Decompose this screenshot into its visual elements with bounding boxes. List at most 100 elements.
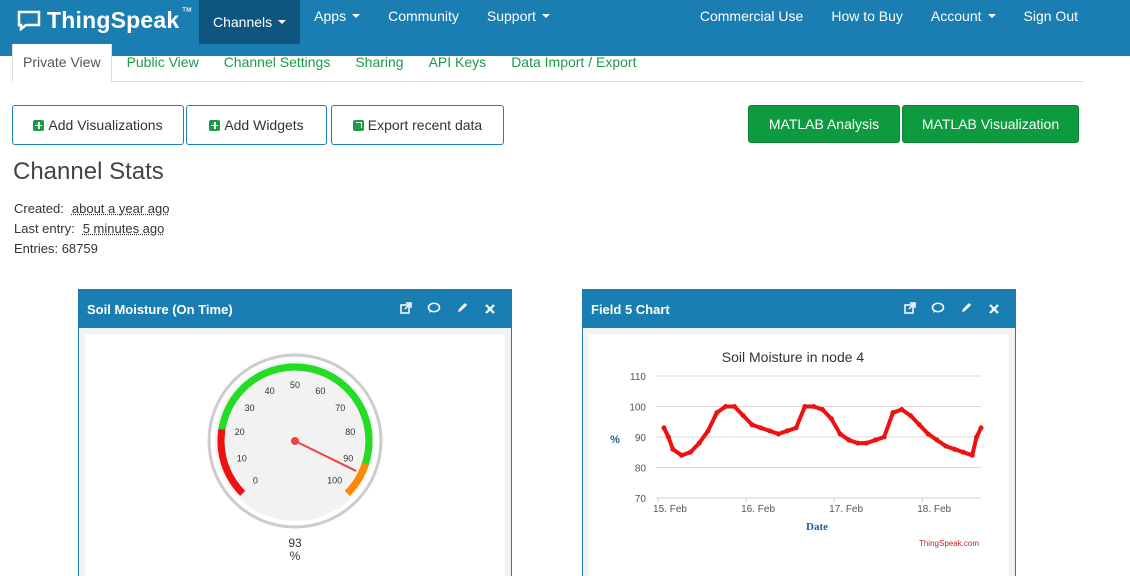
channel-tabs: Private View Public View Channel Setting… [12, 44, 1084, 82]
add-visualizations-button[interactable]: Add Visualizations [12, 105, 184, 145]
data-point [899, 407, 904, 412]
data-point [846, 438, 851, 443]
gauge-tick-label: 30 [245, 403, 255, 413]
entries-row: Entries: 68759 [14, 239, 169, 259]
tab-data-import-export[interactable]: Data Import / Export [501, 44, 646, 82]
nav-account[interactable]: Account [917, 0, 1010, 44]
chat-bubble-icon [17, 10, 41, 31]
chevron-down-icon [352, 14, 360, 18]
data-point [697, 441, 702, 446]
created-value: about a year ago [72, 201, 170, 216]
comment-icon[interactable] [427, 302, 441, 317]
gauge-tick-label: 10 [237, 453, 247, 463]
data-point [802, 404, 807, 409]
data-point [670, 447, 675, 452]
close-icon[interactable] [987, 302, 1001, 317]
gauge-tick-label: 80 [345, 427, 355, 437]
chart-ylabel: % [610, 434, 620, 446]
gauge-tick-label: 70 [335, 403, 345, 413]
gauge-tick-label: 40 [265, 386, 275, 396]
nav-how-to-buy[interactable]: How to Buy [817, 0, 917, 44]
nav-apps[interactable]: Apps [300, 0, 374, 44]
add-widgets-button[interactable]: Add Widgets [186, 105, 327, 145]
export-recent-data-button[interactable]: Export recent data [331, 105, 504, 145]
tab-channel-settings[interactable]: Channel Settings [214, 44, 341, 82]
chevron-down-icon [278, 20, 286, 24]
tab-public-view[interactable]: Public View [117, 44, 209, 82]
soil-moisture-chart: Soil Moisture in node 4 70 80 90 100 110 15. … [589, 334, 1009, 576]
data-point [974, 435, 979, 440]
gauge-tick-label: 60 [315, 386, 325, 396]
nav-sign-out[interactable]: Sign Out [1010, 0, 1092, 44]
created-row: Created: about a year ago [14, 199, 169, 219]
data-point [873, 438, 878, 443]
data-point [979, 425, 984, 430]
chart-widget-title: Field 5 Chart [591, 302, 670, 317]
data-point [864, 441, 869, 446]
plus-icon [33, 120, 44, 131]
tab-private-view[interactable]: Private View [12, 44, 112, 83]
external-link-icon[interactable] [903, 302, 917, 317]
add-widgets-label: Add Widgets [224, 117, 303, 133]
channel-stats-title: Channel Stats [13, 158, 164, 186]
data-point [882, 435, 887, 440]
y-tick-label: 100 [629, 403, 646, 414]
chart-credit[interactable]: ThingSpeak.com [919, 539, 979, 548]
nav-channels[interactable]: Channels [199, 0, 300, 44]
gauge-tick-label: 90 [343, 453, 353, 463]
data-point [706, 428, 711, 433]
nav-community-label: Community [388, 8, 459, 24]
data-point [758, 425, 763, 430]
data-point [890, 410, 895, 415]
data-point [926, 431, 931, 436]
data-point [829, 416, 834, 421]
close-icon[interactable] [483, 302, 497, 317]
pencil-icon[interactable] [959, 302, 973, 317]
data-point [776, 431, 781, 436]
gauge-value: 93 [288, 536, 302, 550]
gauge-body: 0 10 20 30 40 50 60 70 80 90 100 93 % [85, 334, 505, 576]
gauge-widget: Soil Moisture (On Time) 0 10 20 30 40 50 60 70 8… [78, 289, 512, 576]
data-point [662, 425, 667, 430]
matlab-analysis-button[interactable]: MATLAB Analysis [748, 105, 900, 143]
nav-sign-out-label: Sign Out [1024, 8, 1078, 24]
external-link-icon[interactable] [399, 302, 413, 317]
data-point [908, 413, 913, 418]
y-tick-label: 80 [635, 464, 647, 475]
data-point [970, 453, 975, 458]
entries-label: Entries: [14, 241, 58, 256]
nav-channels-label: Channels [213, 14, 272, 30]
channel-stats: Created: about a year ago Last entry: 5 mi… [14, 199, 169, 259]
matlab-visualization-button[interactable]: MATLAB Visualization [902, 105, 1079, 143]
x-tick-label: 17. Feb [829, 504, 863, 515]
add-visualizations-label: Add Visualizations [48, 117, 162, 133]
x-tick-label: 15. Feb [653, 504, 687, 515]
data-point [934, 438, 939, 443]
data-point [838, 431, 843, 436]
brand-name: ThingSpeak [47, 7, 179, 34]
y-tick-label: 70 [635, 494, 647, 505]
widget-actions [889, 302, 1015, 317]
tab-sharing[interactable]: Sharing [345, 44, 413, 82]
gauge-svg: 0102030405060708090100 93 % [85, 334, 505, 576]
x-tick-label: 18. Feb [917, 504, 951, 515]
data-point [794, 425, 799, 430]
nav-commercial-use[interactable]: Commercial Use [686, 0, 817, 44]
gauge-tick-label: 50 [290, 380, 300, 390]
nav-support[interactable]: Support [473, 0, 564, 44]
chevron-down-icon [542, 14, 550, 18]
chart-widget-header: Field 5 Chart [583, 290, 1015, 328]
external-link-icon [353, 120, 364, 131]
nav-community[interactable]: Community [374, 0, 473, 44]
gauge-unit: % [290, 549, 301, 563]
pencil-icon[interactable] [455, 302, 469, 317]
tab-api-keys[interactable]: API Keys [419, 44, 497, 82]
entries-value: 68759 [62, 241, 98, 256]
brand-logo[interactable]: ThingSpeak ™ [0, 0, 199, 50]
brand-trademark: ™ [181, 6, 192, 18]
y-tick-label: 90 [635, 433, 647, 444]
created-label: Created: [14, 201, 64, 216]
data-point [679, 453, 684, 458]
chart-body: Soil Moisture in node 4 70 80 90 100 110 15. … [589, 334, 1009, 576]
comment-icon[interactable] [931, 302, 945, 317]
